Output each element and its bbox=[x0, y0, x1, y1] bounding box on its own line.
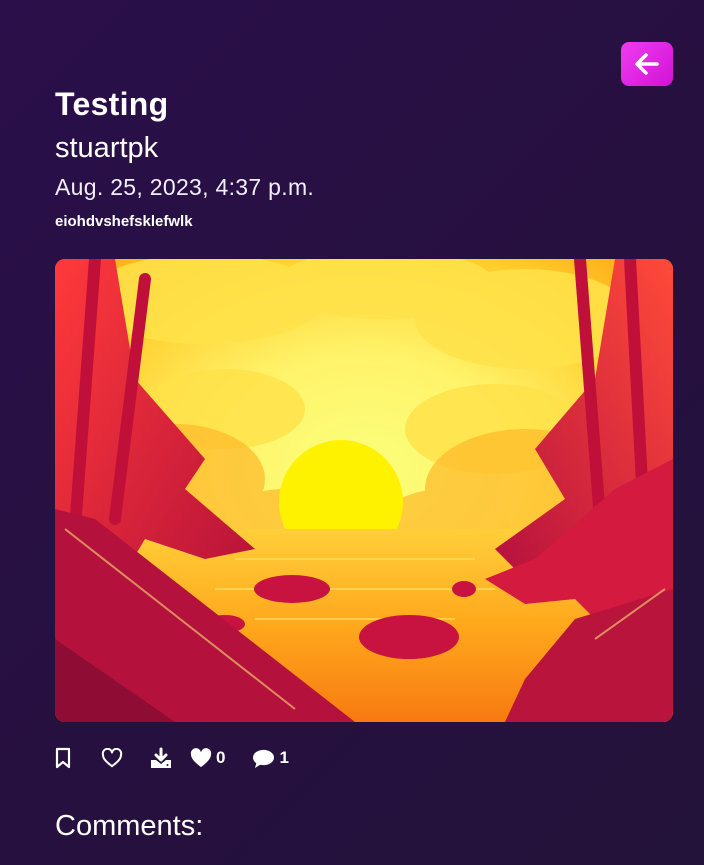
like-button[interactable] bbox=[101, 744, 123, 772]
post-actions: 0 1 bbox=[52, 744, 289, 772]
download-icon bbox=[151, 747, 171, 768]
comments-count-display: 1 bbox=[252, 744, 289, 772]
arrow-left-icon bbox=[635, 53, 659, 75]
bookmark-button[interactable] bbox=[54, 744, 76, 772]
heart-outline-icon bbox=[101, 748, 123, 768]
speech-bubble-icon bbox=[253, 749, 275, 768]
likes-count-display: 0 bbox=[190, 744, 225, 772]
back-button[interactable] bbox=[621, 42, 673, 86]
download-button[interactable] bbox=[150, 744, 172, 772]
post-artwork bbox=[55, 259, 673, 722]
likes-count: 0 bbox=[216, 748, 226, 767]
post-description: eiohdvshefsklefwlk bbox=[55, 213, 193, 230]
post-author[interactable]: stuartpk bbox=[55, 130, 158, 166]
comments-count: 1 bbox=[279, 748, 289, 767]
heart-filled-icon bbox=[190, 748, 212, 768]
post-title: Testing bbox=[55, 86, 169, 122]
post-date: Aug. 25, 2023, 4:37 p.m. bbox=[55, 174, 315, 200]
comments-heading: Comments: bbox=[55, 810, 204, 842]
bookmark-icon bbox=[55, 747, 71, 769]
